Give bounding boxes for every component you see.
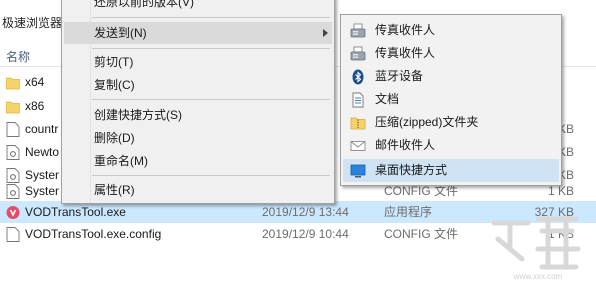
config-file-icon: [6, 184, 20, 199]
file-icon: [6, 122, 20, 137]
svg-text:www.xxx.com: www.xxx.com: [513, 272, 563, 281]
menu-item-label: 还原以前的版本(V): [94, 0, 194, 9]
send-to-item-label: 蓝牙设备: [375, 69, 424, 83]
file-type: CONFIG 文件: [384, 227, 458, 241]
file-name: x64: [25, 75, 45, 89]
file-date: 2019/12/9 13:44: [262, 205, 349, 219]
submenu-arrow-icon: [323, 29, 328, 37]
menu-separator: [92, 48, 330, 49]
menu-item-copy[interactable]: 复制(C): [64, 74, 332, 96]
send-to-item-label: 文档: [375, 92, 400, 106]
menu-item-label: 创建快捷方式(S): [94, 108, 182, 122]
menu-item-label: 删除(D): [94, 131, 135, 145]
fax-icon: [350, 46, 366, 61]
file-name: countr: [25, 122, 59, 136]
send-to-item-fax[interactable]: 传真收件人: [343, 42, 559, 65]
send-to-item-documents[interactable]: 文档: [343, 88, 559, 111]
menu-item-create-shortcut[interactable]: 创建快捷方式(S): [64, 104, 332, 126]
menu-item-label: 发送到(N): [94, 26, 147, 40]
menu-item-label: 属性(R): [94, 183, 135, 197]
menu-item-rename[interactable]: 重命名(M): [64, 150, 332, 172]
menu-item-label: 剪切(T): [94, 55, 134, 69]
send-to-item-label: 传真收件人: [375, 23, 436, 37]
menu-separator: [92, 175, 330, 176]
file-name: x86: [25, 99, 45, 113]
send-to-item-bluetooth[interactable]: 蓝牙设备: [343, 65, 559, 88]
context-menu: 还原以前的版本(V) 发送到(N) 剪切(T) 复制(C) 创建快捷方式(S) …: [61, 0, 335, 204]
send-to-item-mail[interactable]: 邮件收件人: [343, 134, 559, 157]
folder-icon: [6, 77, 20, 90]
menu-separator: [92, 17, 330, 18]
file-type: 应用程序: [384, 205, 433, 219]
menu-item-label: 重命名(M): [94, 154, 148, 168]
address-bar-fragment[interactable]: 极速浏览器: [0, 13, 66, 33]
document-icon: [352, 92, 364, 108]
column-header-name[interactable]: 名称: [6, 48, 30, 65]
send-to-item-label: 桌面快捷方式: [375, 163, 448, 177]
send-to-submenu: 传真收件人 传真收件人 蓝牙设备 文档 压缩(zipped)文件夹 邮件收件人 …: [340, 14, 562, 186]
menu-item-restore-previous[interactable]: 还原以前的版本(V): [64, 0, 332, 13]
desktop-icon: [350, 164, 366, 178]
file-name: VODTransTool.exe: [25, 205, 126, 219]
file-name: Syster: [25, 184, 60, 198]
menu-separator: [92, 99, 330, 100]
file-icon: [6, 227, 20, 242]
app-exe-icon: [6, 206, 20, 219]
file-name: VODTransTool.exe.config: [25, 227, 162, 241]
menu-item-send-to[interactable]: 发送到(N): [64, 22, 332, 44]
mail-icon: [350, 141, 366, 151]
zip-folder-icon: [350, 117, 366, 130]
send-to-item-desktop-shortcut[interactable]: 桌面快捷方式: [343, 159, 559, 182]
send-to-item-label: 邮件收件人: [375, 138, 436, 152]
send-to-item-fax[interactable]: 传真收件人: [343, 19, 559, 42]
menu-item-cut[interactable]: 剪切(T): [64, 51, 332, 73]
send-to-item-label: 压缩(zipped)文件夹: [375, 115, 479, 129]
folder-icon: [6, 101, 20, 114]
menu-item-properties[interactable]: 属性(R): [64, 179, 332, 201]
menu-item-delete[interactable]: 删除(D): [64, 127, 332, 149]
send-to-item-zip[interactable]: 压缩(zipped)文件夹: [343, 111, 559, 134]
file-name: Newto: [25, 145, 60, 159]
file-date: 2019/12/9 10:44: [262, 227, 349, 241]
bluetooth-icon: [352, 69, 364, 85]
fax-icon: [350, 23, 366, 38]
send-to-item-label: 传真收件人: [375, 46, 436, 60]
site-watermark-logo: www.xxx.com: [488, 209, 584, 281]
menu-item-label: 复制(C): [94, 78, 135, 92]
config-file-icon: [6, 145, 20, 160]
